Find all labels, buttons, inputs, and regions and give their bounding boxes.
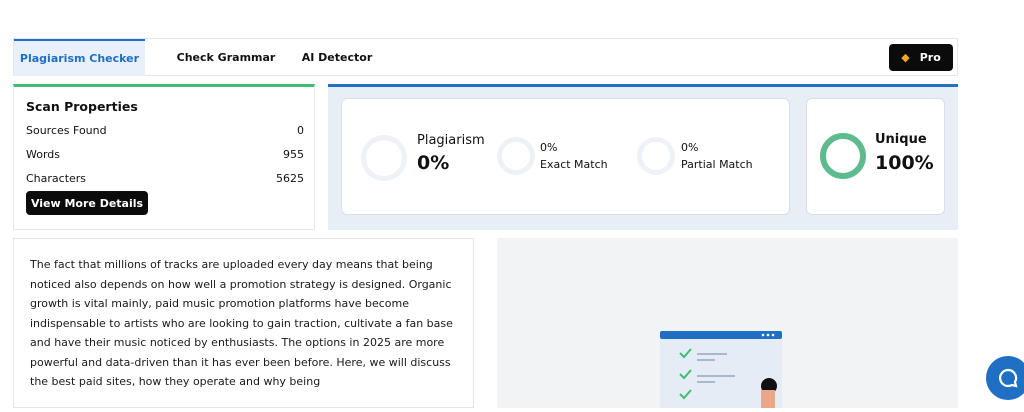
match-summary-card: Plagiarism 0% 0% Exact Match 0% Partial … (341, 98, 790, 215)
tab-ai-detector[interactable]: AI Detector (296, 39, 378, 76)
row-value: 955 (283, 148, 304, 161)
unique-value: 100% (875, 152, 934, 174)
row-label: Words (26, 148, 61, 161)
scan-properties-panel: Scan Properties Sources Found 0 Words 95… (13, 84, 315, 230)
body-text: The fact that millions of tracks are upl… (30, 258, 453, 388)
tab-check-grammar[interactable]: Check Grammar (162, 39, 290, 76)
unique-card: Unique 100% (806, 98, 945, 215)
row-value: 0 (297, 124, 304, 137)
view-more-details-button[interactable]: View More Details (26, 191, 148, 215)
chat-support-button[interactable] (986, 356, 1024, 400)
unique-label: Unique (875, 132, 927, 147)
chat-bubble-icon (999, 368, 1018, 388)
pro-label: Pro (919, 51, 941, 64)
results-panel: Plagiarism 0% 0% Exact Match 0% Partial … (328, 84, 958, 230)
exact-match-value: 0% (540, 141, 558, 154)
illustration-panel (497, 238, 958, 411)
exact-match-label: Exact Match (540, 158, 608, 171)
plagiarism-ring (361, 135, 407, 181)
plagiarism-value: 0% (417, 152, 450, 174)
checklist-illustration (660, 331, 782, 411)
diamond-icon: ◆ (901, 51, 910, 64)
row-value: 5625 (276, 172, 304, 185)
unique-ring (820, 133, 866, 179)
sources-found-row: Sources Found 0 (26, 124, 304, 137)
partial-match-ring (637, 137, 675, 175)
row-label: Sources Found (26, 124, 107, 137)
characters-row: Characters 5625 (26, 172, 304, 185)
partial-match-label: Partial Match (681, 158, 753, 171)
scan-properties-title: Scan Properties (26, 99, 138, 114)
input-text-panel[interactable]: The fact that millions of tracks are upl… (13, 238, 474, 408)
partial-match-value: 0% (681, 141, 699, 154)
pro-button[interactable]: ◆ Pro (889, 44, 953, 71)
words-row: Words 955 (26, 148, 304, 161)
exact-match-ring (497, 137, 535, 175)
tool-tab-bar: Plagiarism Checker Check Grammar AI Dete… (13, 38, 958, 76)
tab-plagiarism-checker[interactable]: Plagiarism Checker (14, 39, 145, 76)
plagiarism-label: Plagiarism (417, 133, 485, 148)
row-label: Characters (26, 172, 87, 185)
